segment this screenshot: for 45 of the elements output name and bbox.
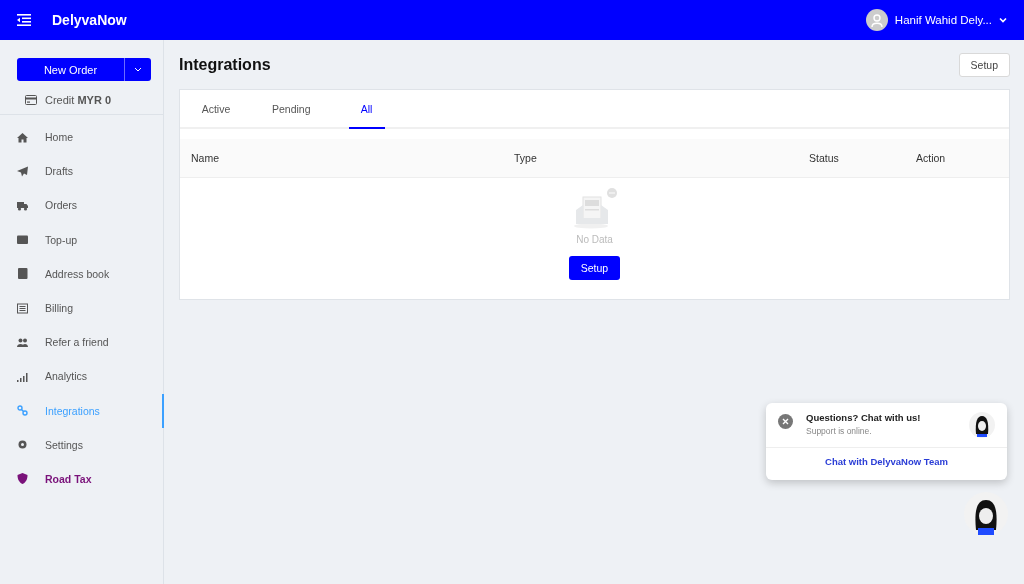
column-header: Name: [191, 152, 219, 164]
avatar-icon[interactable]: [865, 9, 888, 31]
settings-icon: [17, 439, 28, 451]
sidebar-item[interactable]: Address book: [0, 256, 164, 291]
home-icon: [17, 131, 28, 143]
chat-status: Support is online.: [806, 426, 873, 436]
list-icon: [17, 302, 28, 314]
truck-icon: [17, 199, 28, 211]
menu-icon[interactable]: [17, 14, 31, 26]
tab[interactable]: Pending: [272, 90, 311, 129]
brand-logo[interactable]: DelyvaNow: [52, 12, 127, 28]
tab[interactable]: All: [348, 90, 385, 129]
sidebar-item[interactable]: Drafts: [0, 154, 164, 189]
avatar-icon: [969, 412, 995, 438]
sidebar-item[interactable]: Top-up: [0, 222, 164, 257]
column-header: Status: [809, 152, 839, 164]
empty-inbox-icon: [571, 188, 618, 230]
column-header: Type: [514, 152, 537, 164]
link-icon: [17, 405, 28, 417]
setup-button[interactable]: Setup: [958, 53, 1010, 77]
caret-icon: [134, 67, 142, 72]
sidebar-item[interactable]: Home: [0, 120, 164, 155]
chat-link[interactable]: Chat with DelyvaNow Team: [766, 448, 1007, 467]
setup-button[interactable]: Setup: [568, 256, 621, 280]
tab[interactable]: Active: [198, 90, 234, 129]
sidebar-item[interactable]: Refer a friend: [0, 325, 164, 360]
chat-title: Questions? Chat with us!: [806, 412, 921, 423]
sidebar-item[interactable]: Billing: [0, 290, 164, 326]
bar-signal-icon: [17, 370, 28, 382]
credit-balance: Credit MYR 0: [45, 94, 112, 106]
paper-plane-icon: [17, 165, 28, 177]
sidebar-item[interactable]: Settings: [0, 427, 164, 462]
page-title: Integrations: [179, 56, 271, 74]
caret-icon[interactable]: [999, 17, 1007, 23]
column-header: Action: [916, 152, 946, 164]
sidebar-item[interactable]: Road Tax: [0, 461, 164, 497]
user-name[interactable]: Hanif Wahid Dely...: [894, 14, 992, 26]
shield-icon: [17, 473, 28, 485]
empty-message: No Data: [576, 234, 613, 245]
people-icon: [17, 336, 28, 348]
close-icon[interactable]: [778, 414, 793, 429]
sidebar-item[interactable]: Analytics: [0, 359, 164, 394]
sidebar-item[interactable]: Orders: [0, 188, 164, 223]
card-icon: [25, 95, 37, 105]
new-order-button[interactable]: New Order: [17, 58, 124, 81]
